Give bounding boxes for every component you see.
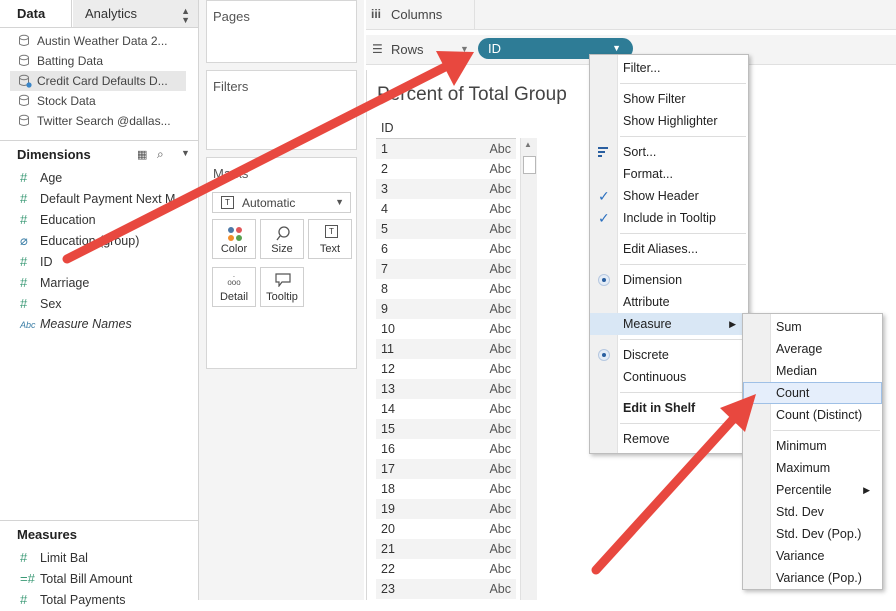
annotation-arrows xyxy=(62,51,756,575)
arrow-to-pill xyxy=(62,51,474,264)
arrow-to-count xyxy=(591,394,756,575)
